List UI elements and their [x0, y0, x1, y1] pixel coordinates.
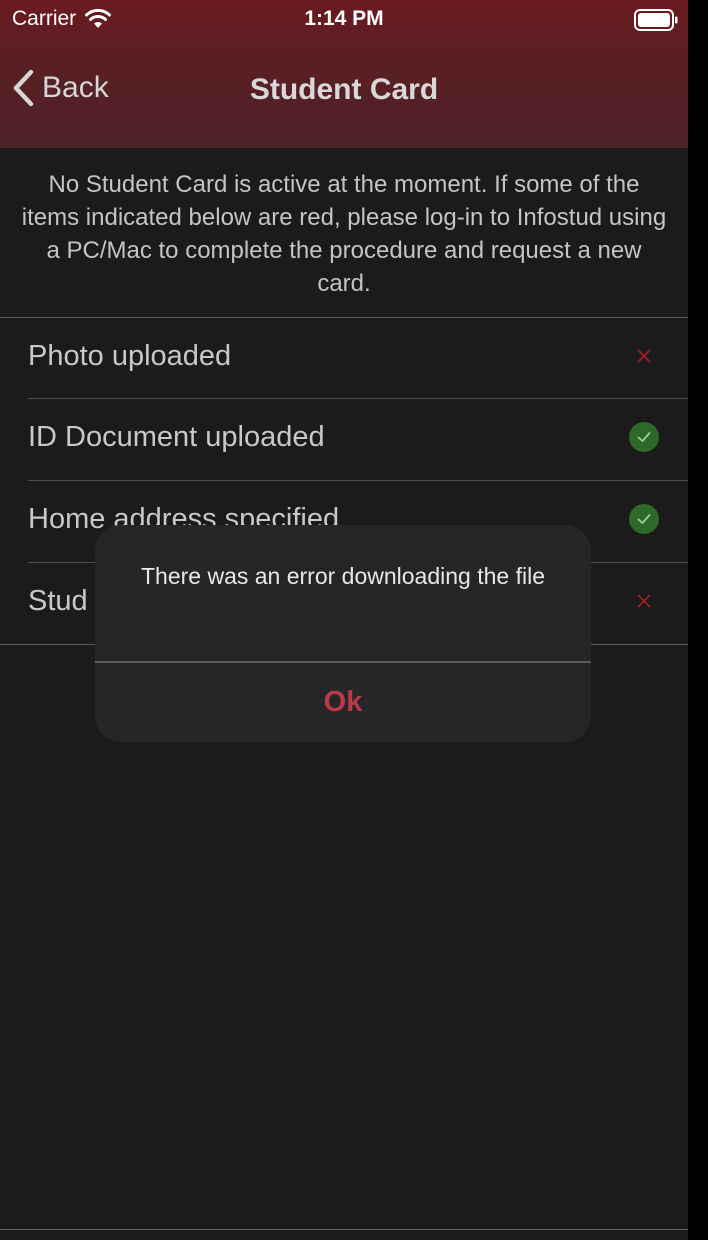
- checkmark-circle-icon: [629, 504, 659, 534]
- ok-button[interactable]: Ok: [95, 663, 591, 742]
- alert-message: There was an error downloading the file: [140, 563, 545, 589]
- page-title: Student Card: [249, 73, 439, 106]
- header: Carrier 1:14 PM Back Student Card: [0, 0, 688, 148]
- checklist-item-id-document: ID Document uploaded: [0, 399, 688, 480]
- bottom-divider: [0, 1229, 688, 1230]
- checkmark-circle-icon: [629, 422, 659, 452]
- status-bar: Carrier 1:14 PM: [0, 0, 688, 40]
- navigation-bar: Back Student Card: [0, 40, 688, 148]
- error-alert-dialog: There was an error downloading the file …: [95, 525, 591, 742]
- student-card-screen: Carrier 1:14 PM Back Student Card No Stu…: [0, 0, 688, 1240]
- x-mark-icon: [637, 349, 651, 363]
- checklist-label: Photo uploaded: [28, 340, 232, 372]
- checklist-label: Stud: [28, 585, 88, 617]
- x-mark-icon: [637, 594, 651, 608]
- status-time: 1:14 PM: [304, 7, 384, 30]
- intro-text: No Student Card is active at the moment.…: [21, 171, 667, 297]
- battery-icon: [634, 9, 678, 31]
- checklist-item-photo: Photo uploaded: [0, 318, 688, 399]
- checklist-label: ID Document uploaded: [28, 421, 325, 453]
